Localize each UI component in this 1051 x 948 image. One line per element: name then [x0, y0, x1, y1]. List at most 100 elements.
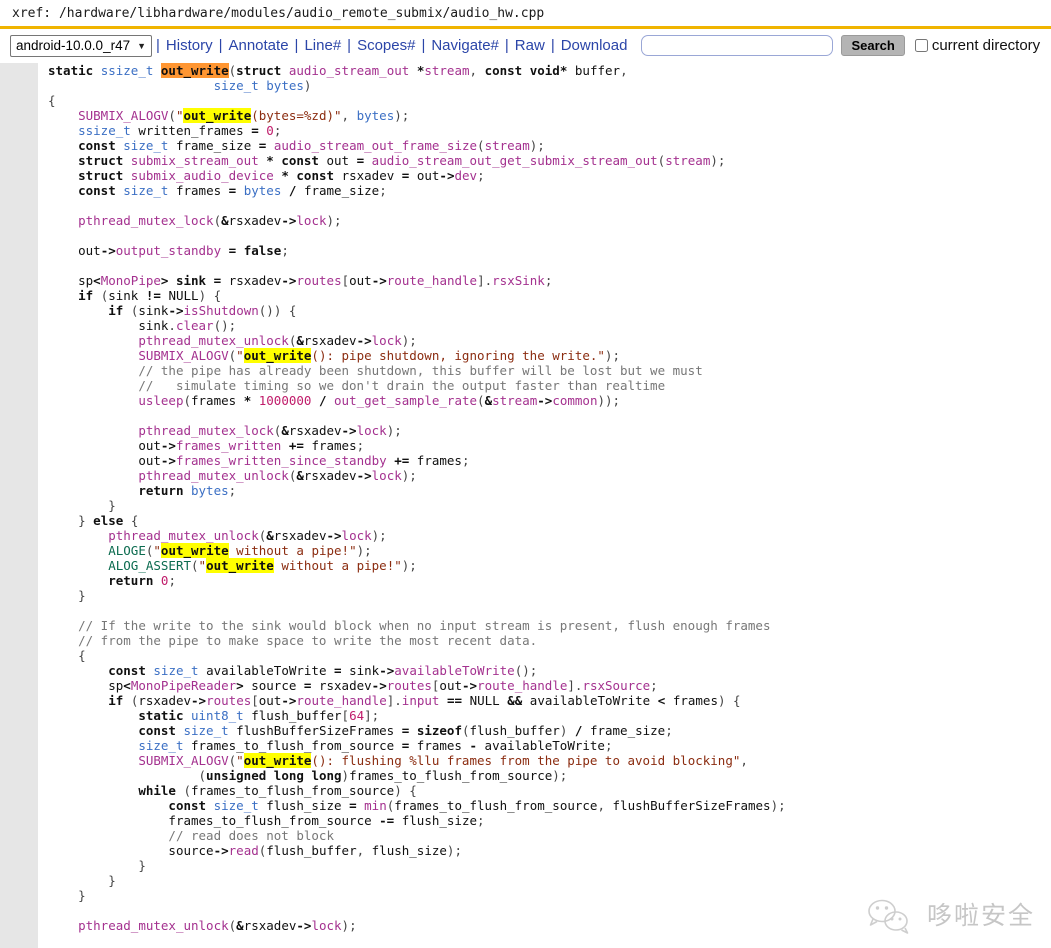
code-line: 816 pthread_mutex_unlock(&rsxadev->lock)…: [0, 528, 1051, 543]
code-line-text: size_t bytes): [38, 78, 311, 93]
code-line: 801 if (sink->isShutdown()) {: [0, 303, 1051, 318]
code-line: 835 frames_to_flush_from_source -= flush…: [0, 813, 1051, 828]
code-line-text: size_t frames_to_flush_from_source = fra…: [38, 738, 613, 753]
code-line: 818 ALOG_ASSERT("out_write without a pip…: [0, 558, 1051, 573]
project-select-wrapper[interactable]: android-10.0.0_r47 ▼: [10, 35, 152, 57]
toolbar-separator: |: [343, 37, 355, 54]
project-select[interactable]: android-10.0.0_r47: [10, 35, 152, 57]
navigate-link[interactable]: Navigate#: [429, 37, 501, 54]
code-line-text: pthread_mutex_unlock(&rsxadev->lock);: [38, 333, 417, 348]
code-line-text: return 0;: [38, 573, 176, 588]
code-line: 789 ssize_t written_frames = 0;: [0, 123, 1051, 138]
code-line-text: SUBMIX_ALOGV("out_write(bytes=%zd)", byt…: [38, 108, 409, 123]
code-viewport[interactable]: 785static ssize_t out_write(struct audio…: [0, 63, 1051, 948]
code-line: 824 {: [0, 648, 1051, 663]
code-line-text: }: [38, 498, 116, 513]
toolbar-separator: |: [152, 37, 164, 54]
history-link[interactable]: History: [164, 37, 215, 54]
code-line: 823 // from the pipe to make space to wr…: [0, 633, 1051, 648]
code-line-text: out->frames_written_since_standby += fra…: [38, 453, 469, 468]
code-line: 837 source->read(flush_buffer, flush_siz…: [0, 843, 1051, 858]
code-line-text: struct submix_audio_device * const rsxad…: [38, 168, 485, 183]
code-line-text: }: [38, 588, 86, 603]
code-line: 802 sink.clear();: [0, 318, 1051, 333]
search-input[interactable]: [641, 35, 833, 56]
scopes-link[interactable]: Scopes#: [355, 37, 417, 54]
code-line-text: return bytes;: [38, 483, 236, 498]
line-number-gutter: [0, 63, 38, 948]
toolbar-separator: |: [291, 37, 303, 54]
code-line: 807 usleep(frames * 1000000 / out_get_sa…: [0, 393, 1051, 408]
code-line: 843: [0, 933, 1051, 948]
code-line-text: sp<MonoPipe> sink = rsxadev->routes[out-…: [38, 273, 552, 288]
code-line: 840 }: [0, 888, 1051, 903]
code-line-text: pthread_mutex_lock(&rsxadev->lock);: [38, 423, 402, 438]
code-line-text: (unsigned long long)frames_to_flush_from…: [38, 768, 567, 783]
code-line: 790 const size_t frame_size = audio_stre…: [0, 138, 1051, 153]
code-line: 813 return bytes;: [0, 483, 1051, 498]
code-line-text: if (sink != NULL) {: [38, 288, 221, 303]
code-line: 838 }: [0, 858, 1051, 873]
code-line: 821: [0, 603, 1051, 618]
xref-label: xref:: [12, 6, 51, 21]
code-line: 819 return 0;: [0, 573, 1051, 588]
code-line: 792 struct submix_audio_device * const r…: [0, 168, 1051, 183]
code-line-text: out->output_standby = false;: [38, 243, 289, 258]
code-line: 833 while (frames_to_flush_from_source) …: [0, 783, 1051, 798]
toolbar-separator: |: [547, 37, 559, 54]
code-line-text: {: [38, 648, 86, 663]
code-line: 841: [0, 903, 1051, 918]
raw-link[interactable]: Raw: [513, 37, 547, 54]
code-line-text: sink.clear();: [38, 318, 236, 333]
code-line-text: {: [38, 93, 56, 108]
toolbar: android-10.0.0_r47 ▼ | History | Annotat…: [0, 29, 1051, 63]
code-line: 791 struct submix_stream_out * const out…: [0, 153, 1051, 168]
code-line-text: // read does not block: [38, 828, 334, 843]
code-line: 804 SUBMIX_ALOGV("out_write(): pipe shut…: [0, 348, 1051, 363]
code-line-text: ALOGE("out_write without a pipe!");: [38, 543, 372, 558]
code-line: 842 pthread_mutex_unlock(&rsxadev->lock)…: [0, 918, 1051, 933]
code-line-text: } else {: [38, 513, 138, 528]
code-line: 814 }: [0, 498, 1051, 513]
code-line-text: const size_t frame_size = audio_stream_o…: [38, 138, 545, 153]
code-line: 829 const size_t flushBufferSizeFrames =…: [0, 723, 1051, 738]
code-line: 817 ALOGE("out_write without a pipe!");: [0, 543, 1051, 558]
toolbar-separator: |: [215, 37, 227, 54]
annotate-link[interactable]: Annotate: [226, 37, 290, 54]
code-line: 803 pthread_mutex_unlock(&rsxadev->lock)…: [0, 333, 1051, 348]
code-line: 794: [0, 198, 1051, 213]
code-line-text: pthread_mutex_lock(&rsxadev->lock);: [38, 213, 342, 228]
code-line-text: ALOG_ASSERT("out_write without a pipe!")…: [38, 558, 417, 573]
code-line: 836 // read does not block: [0, 828, 1051, 843]
current-directory-label: current directory: [932, 37, 1040, 54]
code-line: 820 }: [0, 588, 1051, 603]
code-line-text: }: [38, 888, 86, 903]
code-line: 834 const size_t flush_size = min(frames…: [0, 798, 1051, 813]
code-line-text: }: [38, 858, 146, 873]
code-line-text: pthread_mutex_unlock(&rsxadev->lock);: [38, 918, 357, 933]
code-line: 815 } else {: [0, 513, 1051, 528]
code-line-text: out->frames_written += frames;: [38, 438, 364, 453]
code-line-text: source->read(flush_buffer, flush_size);: [38, 843, 462, 858]
code-line-text: // from the pipe to make space to write …: [38, 633, 537, 648]
download-link[interactable]: Download: [559, 37, 630, 54]
code-line-text: // the pipe has already been shutdown, t…: [38, 363, 703, 378]
code-line-text: // simulate timing so we don't drain the…: [38, 378, 665, 393]
code-line: 795 pthread_mutex_lock(&rsxadev->lock);: [0, 213, 1051, 228]
line-number-link[interactable]: Line#: [302, 37, 343, 54]
code-line: 806 // simulate timing so we don't drain…: [0, 378, 1051, 393]
code-line: 839 }: [0, 873, 1051, 888]
code-line: 812 pthread_mutex_unlock(&rsxadev->lock)…: [0, 468, 1051, 483]
code-line: 811 out->frames_written_since_standby +=…: [0, 453, 1051, 468]
code-line-text: if (sink->isShutdown()) {: [38, 303, 296, 318]
code-line: 785static ssize_t out_write(struct audio…: [0, 63, 1051, 78]
code-line: 830 size_t frames_to_flush_from_source =…: [0, 738, 1051, 753]
code-line-text: while (frames_to_flush_from_source) {: [38, 783, 417, 798]
search-button[interactable]: Search: [841, 35, 904, 56]
code-line: 786 size_t bytes): [0, 78, 1051, 93]
code-line: 799 sp<MonoPipe> sink = rsxadev->routes[…: [0, 273, 1051, 288]
file-path[interactable]: /hardware/libhardware/modules/audio_remo…: [59, 6, 544, 21]
current-directory-checkbox[interactable]: [915, 39, 928, 52]
code-line-text: usleep(frames * 1000000 / out_get_sample…: [38, 393, 620, 408]
code-line-text: const size_t flush_size = min(frames_to_…: [38, 798, 786, 813]
